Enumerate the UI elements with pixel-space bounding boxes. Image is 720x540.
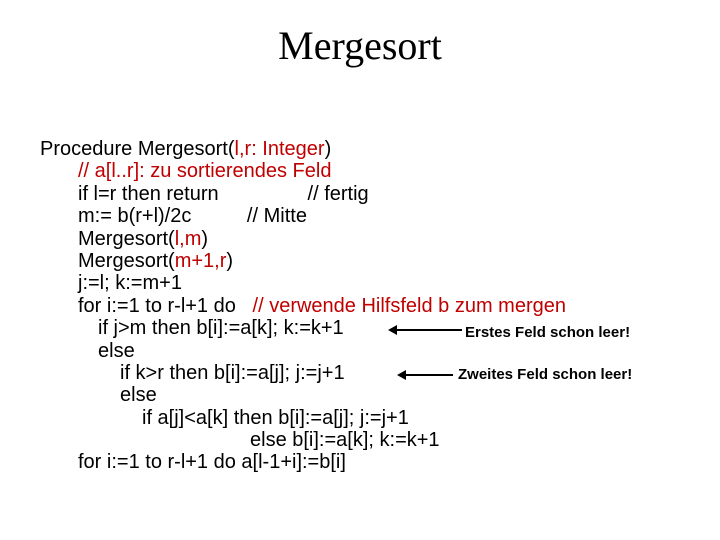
code-line: Procedure Mergesort(l,r: Integer) (40, 138, 680, 160)
code-line: if a[j]<a[k] then b[i]:=a[j]; j:=j+1 (40, 407, 680, 429)
text: Procedure Mergesort( (40, 138, 235, 160)
text: Mergesort( (78, 250, 175, 272)
text: ) (226, 250, 233, 272)
slide: Mergesort Procedure Mergesort(l,r: Integ… (0, 22, 720, 540)
code-line: Mergesort(l,m) (40, 228, 680, 250)
code-line: j:=l; k:=m+1 (40, 272, 680, 294)
code-line: m:= b(r+l)/2c // Mitte (40, 205, 680, 227)
code-line: Mergesort(m+1,r) (40, 250, 680, 272)
text: Mergesort( (78, 228, 175, 250)
text: for i:=1 to r-l+1 do (78, 295, 253, 317)
slide-title: Mergesort (0, 22, 720, 69)
code-line: else (40, 384, 680, 406)
annotation-text: Erstes Feld schon leer! (465, 325, 630, 342)
code-line: if l=r then return // fertig (40, 183, 680, 205)
comment-line: // a[l..r]: zu sortierendes Feld (40, 160, 680, 182)
code-block: Procedure Mergesort(l,r: Integer) // a[l… (40, 138, 680, 474)
text: ) (325, 138, 332, 160)
text: ) (201, 228, 208, 250)
code-line: for i:=1 to r-l+1 do a[l-1+i]:=b[i] (40, 451, 680, 473)
code-line: for i:=1 to r-l+1 do // verwende Hilfsfe… (40, 295, 680, 317)
param-text: l,m (175, 228, 202, 250)
code-line: else (40, 340, 680, 362)
param-text: m+1,r (175, 250, 227, 272)
comment-text: // verwende Hilfsfeld b zum mergen (253, 295, 566, 317)
code-line: else b[i]:=a[k]; k:=k+1 (40, 429, 680, 451)
param-text: l,r: Integer (235, 138, 325, 160)
annotation-text: Zweites Feld schon leer! (458, 367, 632, 384)
